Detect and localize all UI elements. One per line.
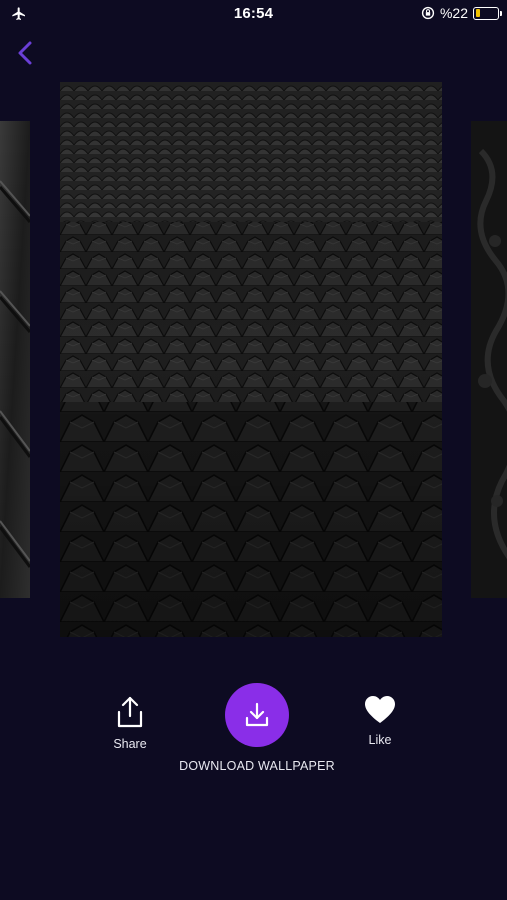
previous-wallpaper-thumbnail[interactable] <box>0 121 30 598</box>
download-button[interactable] <box>225 683 289 747</box>
battery-percent: %22 <box>439 5 468 21</box>
download-label[interactable]: DOWNLOAD WALLPAPER <box>150 759 364 773</box>
status-bar: 16:54 %22 <box>0 0 507 28</box>
battery-icon <box>473 6 502 20</box>
rotation-lock-icon <box>421 6 435 20</box>
like-button[interactable]: Like <box>350 695 410 747</box>
wallpaper-preview[interactable] <box>60 82 442 637</box>
download-icon <box>245 702 269 727</box>
share-button[interactable]: Share <box>100 695 160 751</box>
heart-icon <box>365 696 395 723</box>
next-wallpaper-thumbnail[interactable] <box>471 121 507 598</box>
like-label: Like <box>368 733 392 747</box>
share-icon <box>117 696 143 728</box>
chevron-left-icon[interactable] <box>12 38 38 68</box>
share-label: Share <box>113 737 147 751</box>
battery-level <box>475 9 481 17</box>
